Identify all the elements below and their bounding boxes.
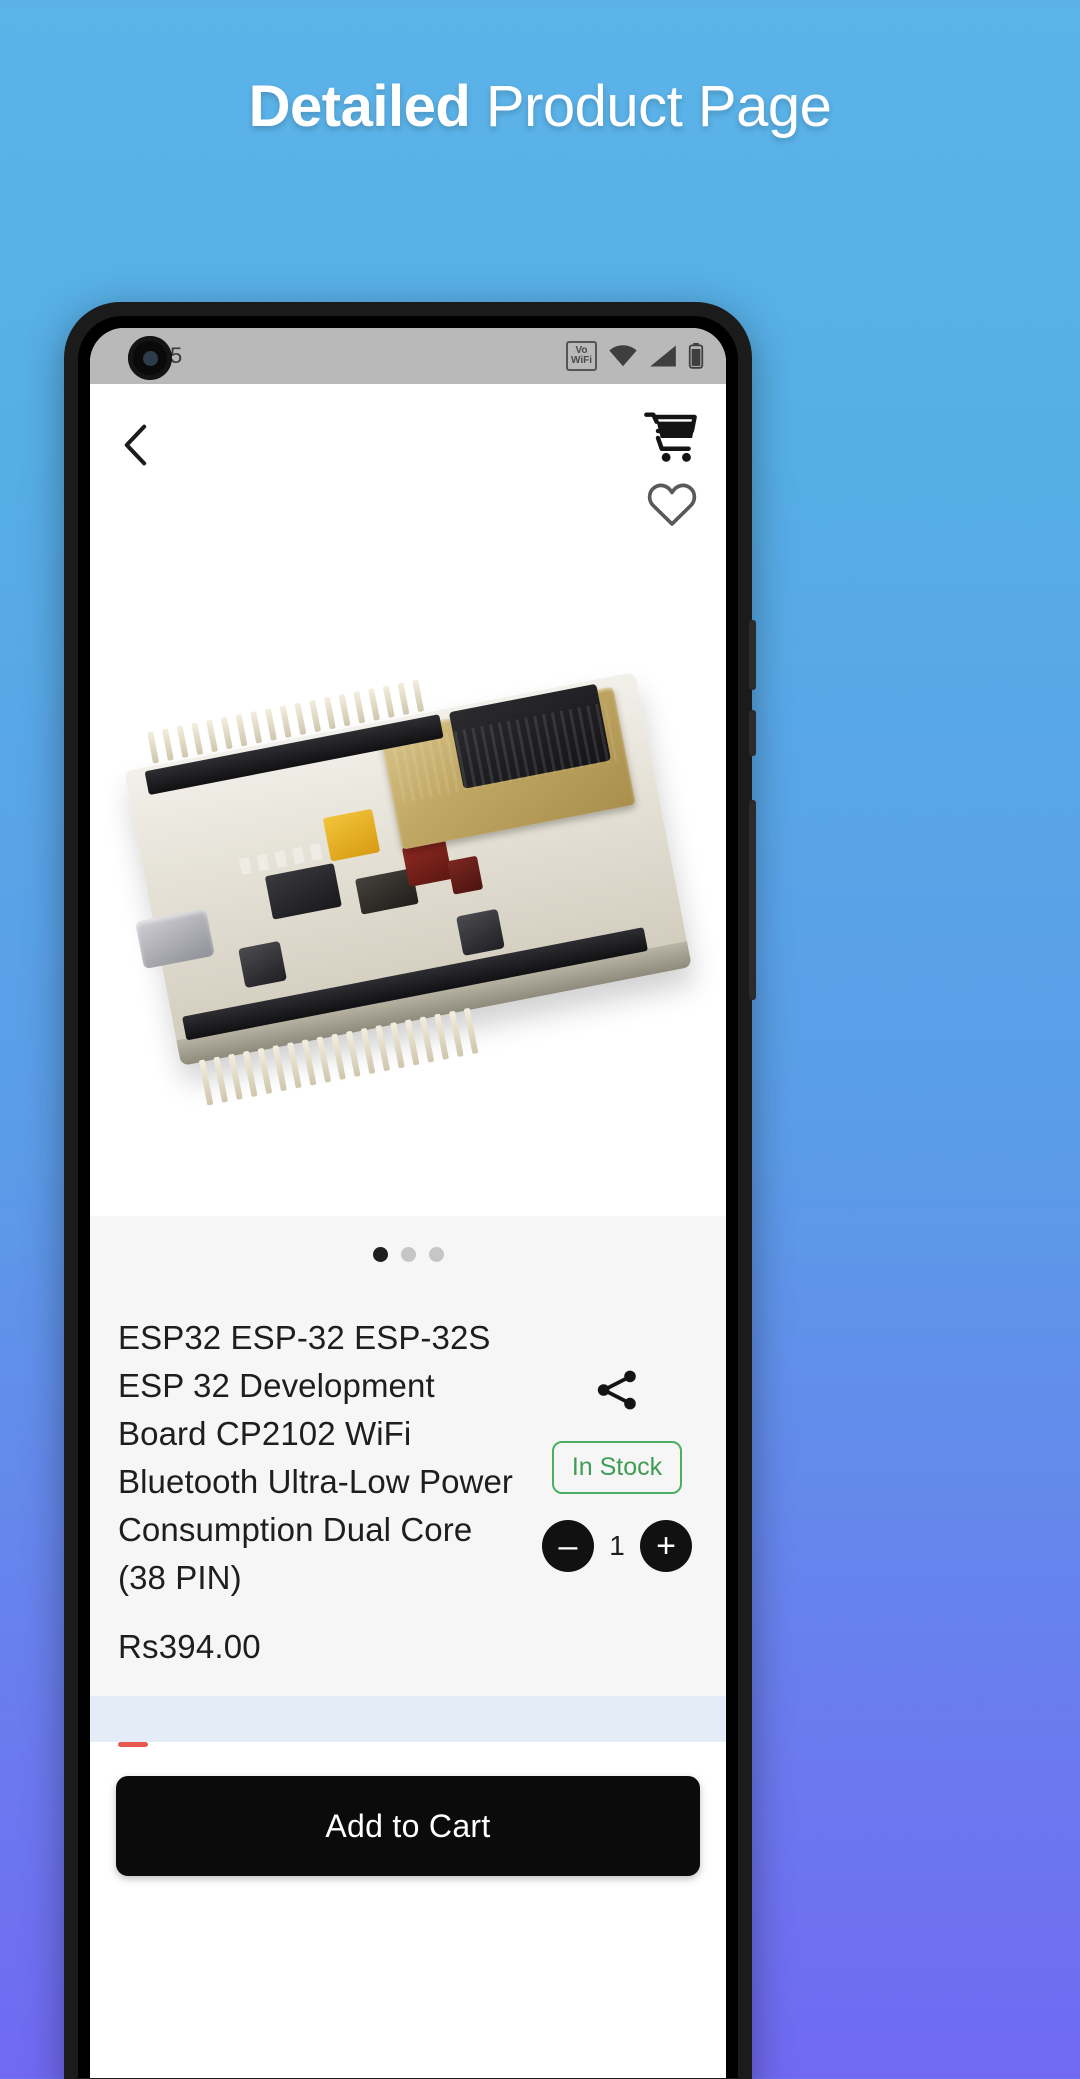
product-info-section: ESP32 ESP-32 ESP-32S ESP 32 Development … <box>90 1292 726 1696</box>
product-info-right: In Stock – 1 + <box>534 1314 700 1572</box>
back-button[interactable] <box>112 422 158 468</box>
battery-icon <box>688 343 704 369</box>
promo-heading: Detailed Product Page <box>0 68 1080 146</box>
quantity-value: 1 <box>609 1530 625 1561</box>
section-divider <box>90 1696 726 1742</box>
carousel-dot-1[interactable] <box>372 1246 388 1262</box>
bottom-cta-area: Add to Cart <box>90 1760 726 1898</box>
phone-side-button-power <box>749 800 756 1000</box>
phone-mockup-frame: 5 Vo WiFi ESP32 ESP-32 ESP-32S ESP 32 De… <box>64 302 756 2079</box>
tactile-button-2 <box>455 908 505 956</box>
phone-side-button-volume-up <box>749 620 756 690</box>
quantity-increase-button[interactable]: + <box>640 1520 692 1572</box>
share-icon <box>597 1370 636 1410</box>
phone-screen: 5 Vo WiFi ESP32 ESP-32 ESP-32S ESP 32 De… <box>90 328 726 2078</box>
wishlist-button[interactable] <box>646 480 698 532</box>
carousel-dot-3[interactable] <box>428 1246 444 1262</box>
wifi-icon <box>609 345 637 367</box>
product-title: ESP32 ESP-32 ESP-32S ESP 32 Development … <box>118 1319 514 1596</box>
tab-indicator-strip <box>90 1742 726 1760</box>
carousel-dots <box>90 1216 726 1292</box>
product-image <box>124 672 692 1106</box>
tactile-button-1 <box>238 940 287 989</box>
quantity-stepper: – 1 + <box>542 1520 692 1572</box>
promo-heading-rest: Product Page <box>470 74 832 139</box>
promo-heading-highlight: Detailed <box>248 74 471 139</box>
pcb-body <box>124 672 692 1106</box>
share-button[interactable] <box>593 1366 641 1419</box>
product-price: Rs394.00 <box>118 1628 261 1665</box>
quantity-decrease-button[interactable]: – <box>542 1520 594 1572</box>
yellow-capacitor <box>322 808 381 862</box>
back-arrow-icon <box>124 424 147 466</box>
phone-bezel: 5 Vo WiFi ESP32 ESP-32 ESP-32S ESP 32 De… <box>78 316 738 2078</box>
add-to-cart-button[interactable]: Add to Cart <box>116 1776 700 1876</box>
front-camera-icon <box>128 336 172 380</box>
ic-chip-1 <box>264 863 342 920</box>
app-top-bar <box>90 384 726 534</box>
cart-button[interactable] <box>644 410 700 466</box>
phone-side-button-volume-down <box>749 710 756 756</box>
status-bar: 5 Vo WiFi <box>90 328 726 384</box>
status-bar-right: Vo WiFi <box>565 341 704 371</box>
product-info-left: ESP32 ESP-32 ESP-32S ESP 32 Development … <box>118 1314 534 1666</box>
carousel-dot-2[interactable] <box>400 1246 416 1262</box>
shopping-cart-icon <box>644 412 697 462</box>
heart-outline-icon <box>647 483 697 526</box>
signal-icon <box>650 345 676 367</box>
vowifi-icon-line2: WiFi <box>570 355 592 366</box>
tab-active-underline <box>118 1742 148 1747</box>
product-image-gallery[interactable] <box>90 534 726 1216</box>
vowifi-icon: Vo WiFi <box>565 341 597 371</box>
status-badge: In Stock <box>551 1441 683 1494</box>
usb-connector <box>135 908 215 970</box>
red-component-2 <box>447 855 484 895</box>
antenna-chip <box>448 683 611 789</box>
